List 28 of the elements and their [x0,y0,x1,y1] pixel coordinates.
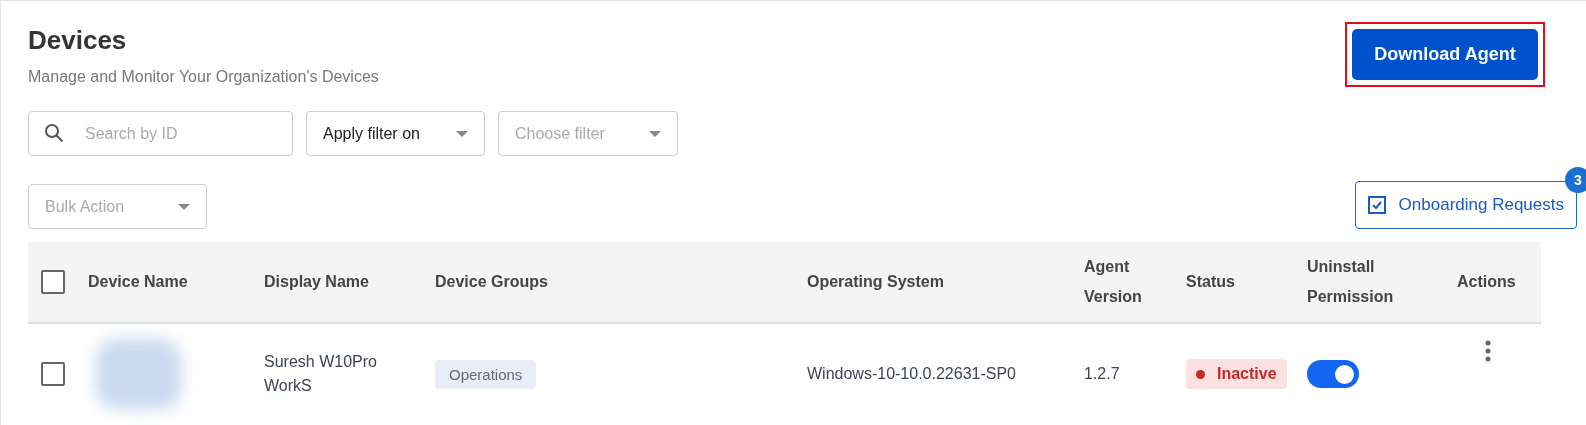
group-tag: Operations [435,359,537,389]
download-agent-button[interactable]: Download Agent [1352,29,1538,80]
select-all-checkbox[interactable] [41,270,65,294]
more-icon[interactable] [1485,340,1491,362]
caret-icon [649,130,661,137]
status-badge: Inactive [1186,359,1287,389]
table-cell-text: Suresh W10Pro WorkS [264,352,378,396]
column-header: Uninstall Permission [1307,257,1395,307]
column-header: Status [1186,272,1235,292]
search-icon [44,123,64,143]
column-header: Device Name [88,272,188,292]
column-header: Display Name [264,272,369,292]
column-header: Actions [1457,272,1516,292]
caret-icon [456,130,468,137]
search-field[interactable]: Search by ID [28,111,293,156]
row-checkbox[interactable] [41,362,65,386]
page-title: Devices [28,25,128,56]
permission-toggle[interactable] [1307,360,1359,388]
column-header: Operating System [807,272,944,292]
table-cell-text: Windows-10-10.0.22631-SP0 [807,364,1016,384]
count-badge: 3 [1565,167,1586,193]
column-header: Agent Version [1084,257,1143,307]
checkbox-icon [1367,196,1386,214]
caret-icon [178,203,190,210]
column-header: Device Groups [435,272,548,292]
table-cell-text: 1.2.7 [1084,364,1120,384]
apply-filter-dropdown[interactable]: Apply filter on [306,111,485,156]
page-subtitle: Manage and Monitor Your Organization's Devices [28,68,379,86]
